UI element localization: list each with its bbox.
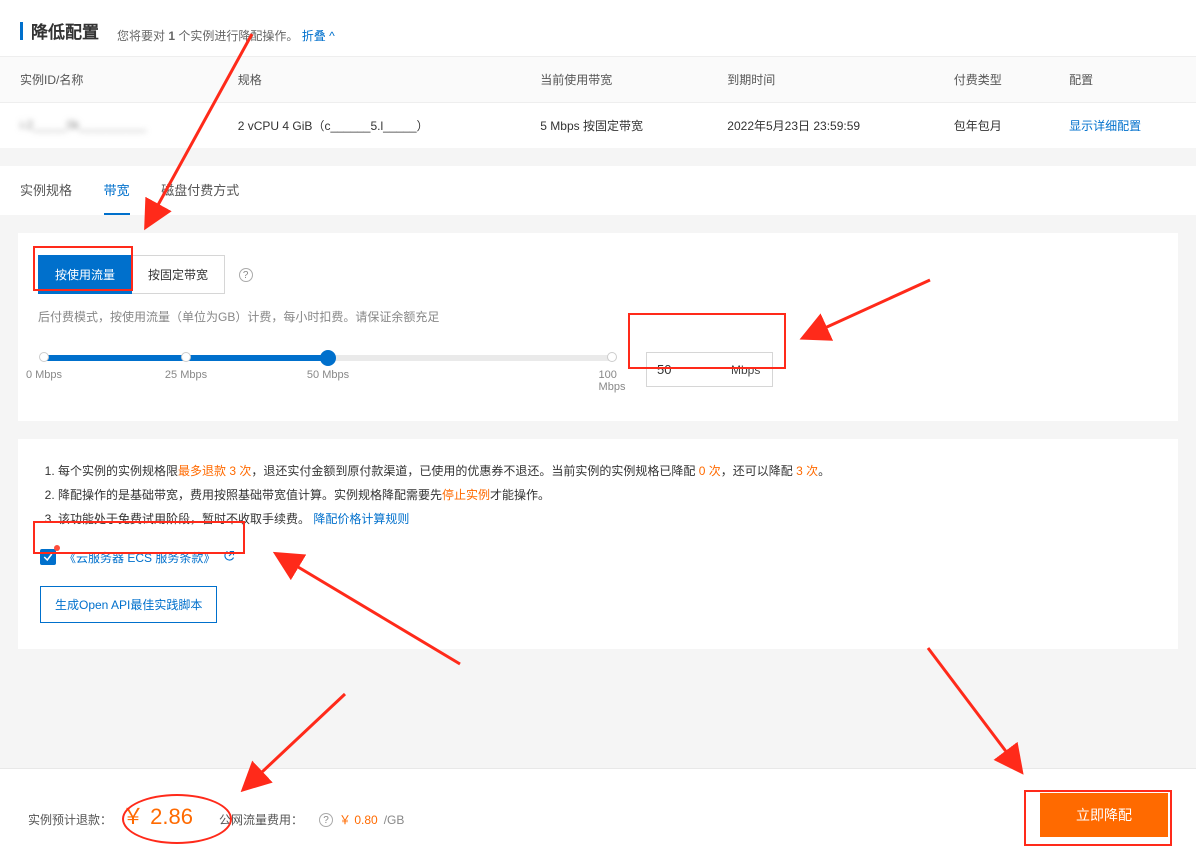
- note-2: 降配操作的是基础带宽，费用按照基础带宽值计算。实例规格降配需要先停止实例才能操作…: [58, 483, 1156, 507]
- page-header: 降低配置 您将要对 1 个实例进行降配操作。 折叠 ^: [0, 0, 1196, 56]
- cell-spec: 2 vCPU 4 GiB（c______5.l_____）: [238, 119, 429, 133]
- cell-bw: 5 Mbps 按固定带宽: [540, 119, 643, 133]
- tos-row: 《云服务器 ECS 服务条款》: [40, 549, 1156, 566]
- tab-spec[interactable]: 实例规格: [20, 166, 72, 215]
- traffic-unit: /GB: [384, 813, 405, 827]
- mode-by-fixed-button[interactable]: 按固定带宽: [132, 255, 225, 294]
- note-1: 每个实例的实例规格限最多退款 3 次，退还实付金额到原付款渠道，已使用的优惠券不…: [58, 459, 1156, 483]
- check-icon: [42, 551, 54, 563]
- th-config: 配置: [1049, 57, 1196, 103]
- bandwidth-panel: 按使用流量 按固定带宽 ? 后付费模式，按使用流量（单位为GB）计费，每小时扣费…: [18, 233, 1178, 421]
- page-title: 降低配置: [20, 18, 99, 43]
- tick-0: 0 Mbps: [26, 369, 62, 381]
- traffic-label: 公网流量费用：: [219, 811, 303, 828]
- help-icon[interactable]: ?: [239, 268, 253, 282]
- slider-thumb[interactable]: [320, 350, 336, 366]
- title-text: 降低配置: [31, 18, 99, 43]
- bandwidth-unit: Mbps: [725, 363, 772, 377]
- cell-expire: 2022年5月23日 23:59:59: [727, 119, 860, 133]
- billing-mode-segment: 按使用流量 按固定带宽: [38, 255, 225, 294]
- submit-downgrade-button[interactable]: 立即降配: [1040, 793, 1168, 837]
- tick-25: 25 Mbps: [165, 369, 207, 381]
- bandwidth-input[interactable]: [647, 353, 725, 386]
- tos-checkbox[interactable]: [40, 549, 56, 565]
- generate-openapi-button[interactable]: 生成Open API最佳实践脚本: [40, 586, 217, 623]
- pricing-rule-link[interactable]: 降配价格计算规则: [313, 512, 409, 526]
- bandwidth-slider[interactable]: 0 Mbps 25 Mbps 50 Mbps 100 Mbps: [38, 351, 618, 389]
- chevron-up-icon: ^: [329, 29, 335, 43]
- table-row: i-2_____0k__________ 2 vCPU 4 GiB（c_____…: [0, 102, 1196, 148]
- bandwidth-input-group: Mbps: [646, 352, 773, 387]
- traffic-price: ￥ 0.80: [339, 811, 378, 828]
- refund-amount: ￥ 2.86: [122, 799, 193, 831]
- show-config-link[interactable]: 显示详细配置: [1069, 119, 1141, 133]
- help-icon[interactable]: ?: [319, 813, 333, 827]
- footer-bar: 实例预计退款： ￥ 2.86 公网流量费用： ? ￥ 0.80 /GB 立即降配: [0, 768, 1196, 861]
- th-expire: 到期时间: [707, 57, 933, 103]
- tick-50: 50 Mbps: [307, 369, 349, 381]
- subtitle: 您将要对 1 个实例进行降配操作。 折叠 ^: [117, 27, 335, 44]
- tos-link[interactable]: 《云服务器 ECS 服务条款》: [64, 549, 215, 566]
- th-bw: 当前使用带宽: [520, 57, 707, 103]
- mode-hint: 后付费模式，按使用流量（单位为GB）计费，每小时扣费。请保证余额充足: [38, 308, 1158, 325]
- refund-label: 实例预计退款：: [28, 811, 112, 828]
- external-link-icon: [223, 550, 235, 565]
- tabs: 实例规格 带宽 磁盘付费方式: [0, 166, 1196, 215]
- attention-dot-icon: [54, 545, 60, 551]
- cell-billing: 包年包月: [954, 119, 1002, 133]
- collapse-link[interactable]: 折叠 ^: [302, 29, 335, 43]
- tab-disk-billing[interactable]: 磁盘付费方式: [161, 166, 239, 215]
- th-spec: 规格: [218, 57, 521, 103]
- tab-bandwidth[interactable]: 带宽: [104, 166, 130, 215]
- tick-100: 100 Mbps: [599, 369, 626, 393]
- th-id: 实例ID/名称: [0, 57, 218, 103]
- cell-id: i-2_____0k__________: [20, 118, 146, 132]
- note-3: 该功能处于免费试用阶段，暂时不收取手续费。 降配价格计算规则: [58, 507, 1156, 531]
- th-billing: 付费类型: [934, 57, 1049, 103]
- mode-by-traffic-button[interactable]: 按使用流量: [38, 255, 132, 294]
- notes-panel: 每个实例的实例规格限最多退款 3 次，退还实付金额到原付款渠道，已使用的优惠券不…: [18, 439, 1178, 649]
- instance-table: 实例ID/名称 规格 当前使用带宽 到期时间 付费类型 配置 i-2_____0…: [0, 56, 1196, 148]
- title-accent-bar: [20, 22, 23, 40]
